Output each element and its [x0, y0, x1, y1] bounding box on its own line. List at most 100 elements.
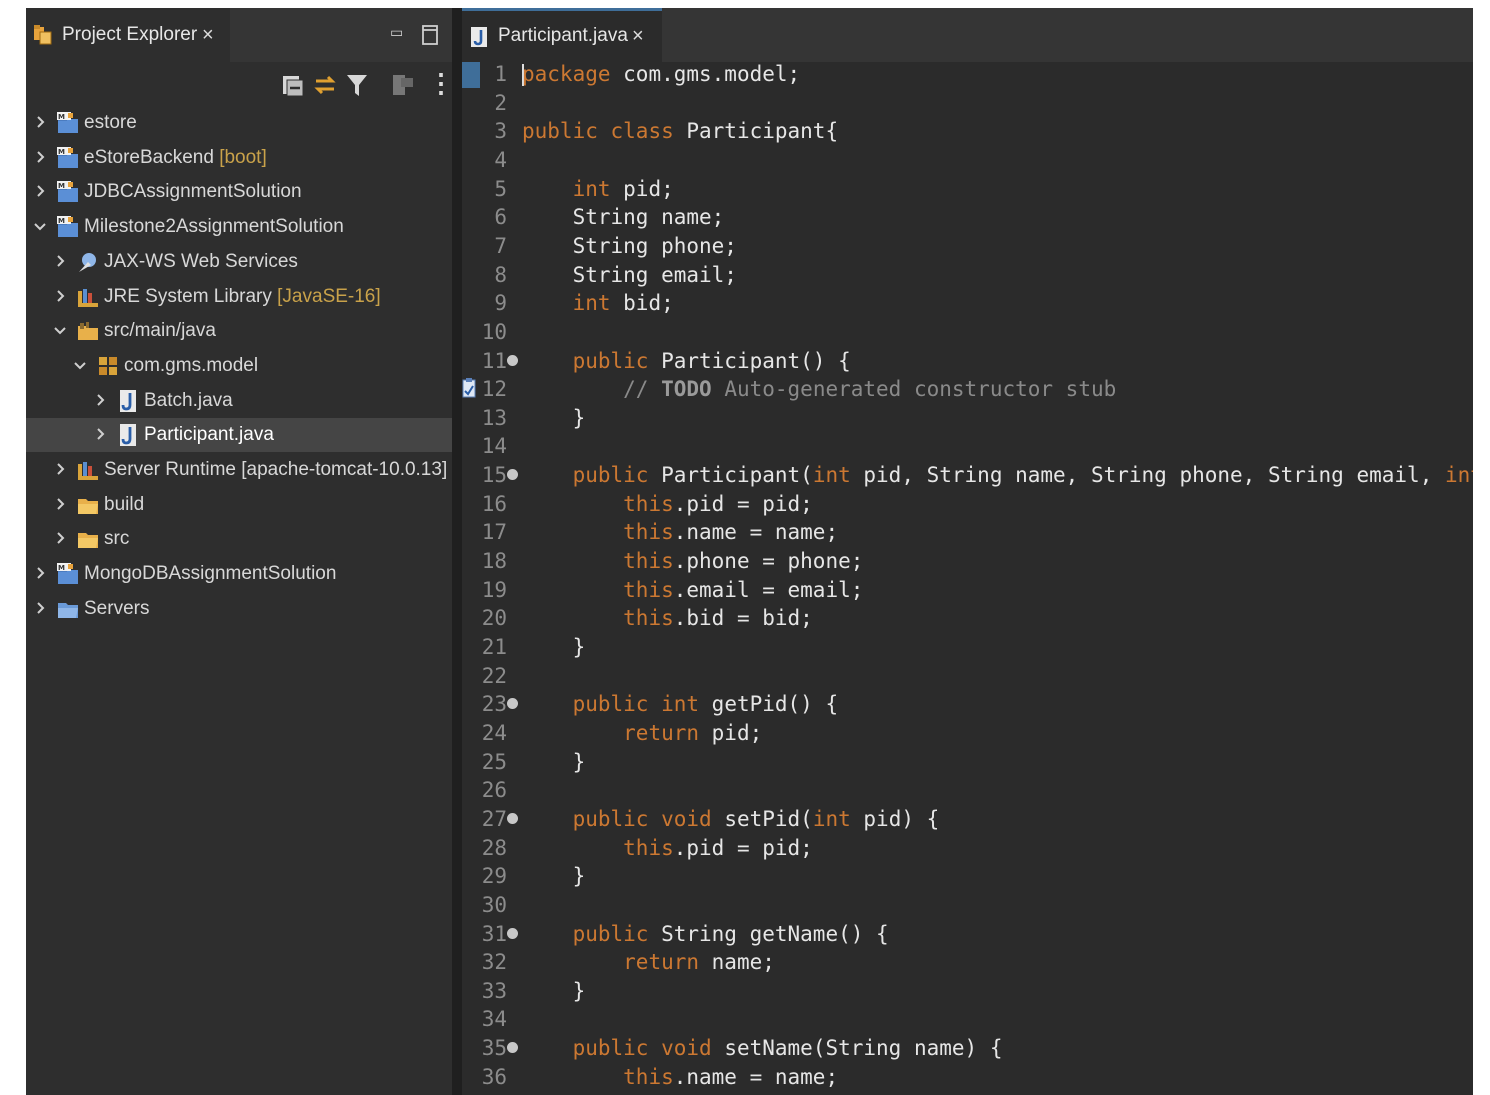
- chevron-right-icon[interactable]: [52, 280, 68, 314]
- code-line[interactable]: 7 String phone;: [462, 232, 1473, 261]
- line-number: 20: [481, 606, 507, 631]
- code-line[interactable]: 13 }: [462, 404, 1473, 433]
- code-line[interactable]: 35 public void setName(String name) {: [462, 1034, 1473, 1063]
- view-menu-icon[interactable]: ⋮: [428, 68, 454, 98]
- svg-text:M: M: [58, 182, 65, 190]
- chevron-right-icon[interactable]: [32, 592, 48, 626]
- fold-toggle-icon[interactable]: [507, 354, 518, 366]
- code-line[interactable]: 36 this.name = name;: [462, 1063, 1473, 1092]
- maximize-icon[interactable]: [422, 25, 438, 45]
- code-line[interactable]: 16 this.pid = pid;: [462, 490, 1473, 519]
- code-line[interactable]: 18 this.phone = phone;: [462, 547, 1473, 576]
- code-line[interactable]: 10: [462, 318, 1473, 347]
- code-line[interactable]: 32 return name;: [462, 948, 1473, 977]
- tree-item[interactable]: com.gms.model: [26, 349, 452, 383]
- editor-tab-title: Participant.java: [498, 25, 628, 46]
- fold-toggle-icon[interactable]: [507, 927, 518, 939]
- tree-item[interactable]: M Milestone2AssignmentSolution: [26, 210, 452, 244]
- chevron-right-icon[interactable]: [32, 557, 48, 591]
- code-line[interactable]: 12 // TODO Auto-generated constructor st…: [462, 375, 1473, 404]
- code-line[interactable]: 1 package com.gms.model;: [462, 60, 1473, 89]
- code-token: String name;: [522, 205, 725, 230]
- tree-item[interactable]: Servers: [26, 592, 452, 626]
- minimize-icon[interactable]: ▭: [390, 24, 403, 41]
- code-line[interactable]: 31 public String getName() {: [462, 920, 1473, 949]
- keyword-token: void: [661, 806, 712, 831]
- code-line[interactable]: 23 public int getPid() {: [462, 690, 1473, 719]
- code-line[interactable]: 24 return pid;: [462, 719, 1473, 748]
- tree-item-label: JAX-WS Web Services: [104, 245, 298, 279]
- chevron-right-icon[interactable]: [32, 106, 48, 140]
- chevron-down-icon[interactable]: [72, 349, 88, 383]
- code-line[interactable]: 8 String email;: [462, 261, 1473, 290]
- code-line[interactable]: 4: [462, 146, 1473, 175]
- code-line[interactable]: 15 public Participant(int pid, String na…: [462, 461, 1473, 490]
- link-with-editor-icon[interactable]: [312, 72, 338, 98]
- code-line[interactable]: 5 int pid;: [462, 175, 1473, 204]
- code-line[interactable]: 6 String name;: [462, 203, 1473, 232]
- code-token: com.gms.model;: [610, 62, 801, 86]
- code-line[interactable]: 28 this.pid = pid;: [462, 834, 1473, 863]
- code-line[interactable]: 30: [462, 891, 1473, 920]
- source-folder-icon: [78, 322, 98, 341]
- task-marker-icon[interactable]: [462, 377, 476, 399]
- tree-item[interactable]: JRE System Library [JavaSE-16]: [26, 280, 452, 314]
- chevron-right-icon[interactable]: [92, 418, 108, 452]
- tree-item[interactable]: JAX-WS Web Services: [26, 245, 452, 279]
- tree-item[interactable]: MeStoreBackend [boot]: [26, 141, 452, 175]
- code-line[interactable]: 11 public Participant() {: [462, 347, 1473, 376]
- tree-item-label: Server Runtime [apache-tomcat-10.0.13]: [104, 453, 447, 487]
- fold-toggle-icon[interactable]: [507, 469, 518, 481]
- participant-java-tab[interactable]: Participant.java ×: [462, 8, 662, 62]
- code-text: public class Participant{: [522, 117, 838, 146]
- chevron-down-icon[interactable]: [32, 210, 48, 244]
- code-line[interactable]: 27 public void setPid(int pid) {: [462, 805, 1473, 834]
- tree-item[interactable]: build: [26, 488, 452, 522]
- close-icon[interactable]: ×: [632, 11, 644, 61]
- close-icon[interactable]: ×: [202, 8, 214, 62]
- tree-item[interactable]: src: [26, 522, 452, 556]
- code-line[interactable]: 9 int bid;: [462, 289, 1473, 318]
- tree-item[interactable]: Batch.java: [26, 384, 452, 418]
- code-line[interactable]: 19 this.email = email;: [462, 576, 1473, 605]
- code-line[interactable]: 2: [462, 89, 1473, 118]
- chevron-right-icon[interactable]: [32, 175, 48, 209]
- fold-toggle-icon[interactable]: [507, 1042, 518, 1054]
- chevron-down-icon[interactable]: [52, 314, 68, 348]
- code-line[interactable]: 25 }: [462, 748, 1473, 777]
- view-splitter[interactable]: [452, 8, 462, 1095]
- code-line[interactable]: 33 }: [462, 977, 1473, 1006]
- chevron-right-icon[interactable]: [92, 384, 108, 418]
- collapse-all-icon[interactable]: [280, 72, 306, 98]
- chevron-right-icon[interactable]: [32, 141, 48, 175]
- tree-item[interactable]: Mestore: [26, 106, 452, 140]
- code-line[interactable]: 20 this.bid = bid;: [462, 604, 1473, 633]
- code-line[interactable]: 14: [462, 432, 1473, 461]
- chevron-right-icon[interactable]: [52, 488, 68, 522]
- code-line[interactable]: 34: [462, 1005, 1473, 1034]
- tree-item[interactable]: Server Runtime [apache-tomcat-10.0.13]: [26, 453, 452, 487]
- tree-item[interactable]: src/main/java: [26, 314, 452, 348]
- code-line[interactable]: 17 this.name = name;: [462, 518, 1473, 547]
- svg-text:M: M: [58, 217, 65, 225]
- code-text: public String getName() {: [522, 920, 889, 949]
- tree-item[interactable]: M MongoDBAssignmentSolution: [26, 557, 452, 591]
- tree-item[interactable]: M JDBCAssignmentSolution: [26, 175, 452, 209]
- code-line[interactable]: 3 public class Participant{: [462, 117, 1473, 146]
- code-line[interactable]: 29 }: [462, 862, 1473, 891]
- fold-toggle-icon[interactable]: [507, 698, 518, 710]
- code-line[interactable]: 26: [462, 776, 1473, 805]
- fold-toggle-icon[interactable]: [507, 812, 518, 824]
- code-line[interactable]: 21 }: [462, 633, 1473, 662]
- chevron-right-icon[interactable]: [52, 453, 68, 487]
- focus-icon[interactable]: [390, 72, 416, 98]
- chevron-right-icon[interactable]: [52, 245, 68, 279]
- project-explorer-view: Project Explorer × ▭ ⋮ M estore M eStore…: [26, 8, 454, 1095]
- project-explorer-tab[interactable]: Project Explorer ×: [26, 8, 230, 62]
- tree-item[interactable]: Participant.java: [26, 418, 452, 453]
- filter-icon[interactable]: [344, 72, 370, 98]
- chevron-right-icon[interactable]: [52, 522, 68, 556]
- code-line[interactable]: 22: [462, 662, 1473, 691]
